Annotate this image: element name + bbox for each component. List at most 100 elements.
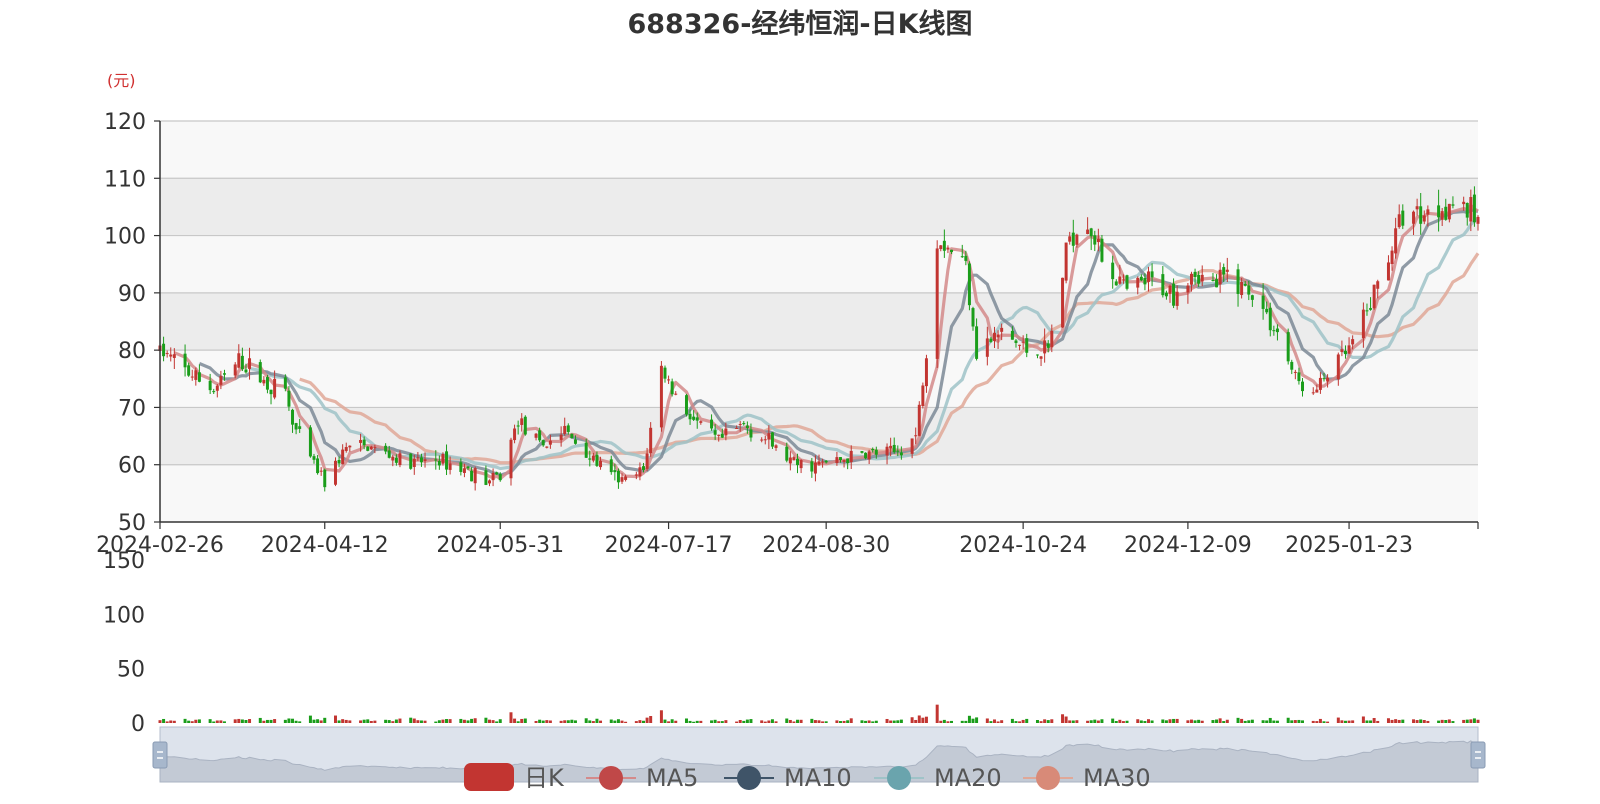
slider-handle-left[interactable] — [152, 741, 168, 769]
volume-bar — [860, 720, 864, 723]
candle-body — [1297, 372, 1301, 382]
volume-bar — [559, 720, 563, 723]
volume-bar — [190, 721, 194, 723]
candle-body — [624, 476, 628, 480]
y-tick-label: 60 — [118, 454, 146, 479]
volume-bar — [1071, 720, 1075, 723]
candle-body — [642, 466, 645, 470]
x-tick-label: 2024-05-31 — [436, 533, 564, 558]
candle-body — [1465, 202, 1469, 218]
candle-body — [1021, 341, 1025, 343]
volume-bar — [1197, 719, 1201, 723]
candle-body — [548, 440, 552, 445]
volume-bar — [233, 719, 237, 723]
candle-body — [419, 457, 423, 463]
candle-body — [212, 391, 216, 393]
candle-body — [584, 442, 588, 458]
candle-body — [1175, 291, 1179, 306]
volume-bar — [509, 712, 513, 723]
volume-tick-label: 50 — [117, 658, 145, 683]
candle-body — [523, 416, 527, 435]
volume-bar — [534, 720, 538, 723]
candle-body — [1243, 283, 1247, 286]
volume-bar — [419, 720, 423, 723]
candle-body — [513, 428, 517, 441]
candle-body — [1326, 377, 1330, 382]
candle-body — [595, 454, 599, 466]
candle-body — [1025, 338, 1029, 353]
volume-bar — [1272, 720, 1276, 723]
plot-band — [160, 292, 1478, 351]
volume-bar — [462, 719, 466, 723]
volume-bar — [165, 721, 169, 723]
candle-body — [1118, 276, 1122, 284]
volume-bar — [1086, 720, 1090, 723]
legend-item-ma30[interactable]: MA30 — [1023, 764, 1151, 792]
volume-bar — [760, 720, 764, 723]
volume-bar — [599, 720, 603, 723]
candle-body — [1100, 238, 1104, 262]
candle-body — [1351, 339, 1355, 345]
slider-handle-right[interactable] — [1470, 741, 1486, 769]
candle-body — [1096, 238, 1100, 243]
volume-bar — [1369, 720, 1373, 723]
volume-bar — [1437, 720, 1441, 723]
candle-body — [570, 433, 574, 439]
legend-label: 日K — [524, 764, 565, 792]
candle-body — [599, 460, 603, 468]
candle-body — [663, 367, 667, 379]
candle-body — [1318, 377, 1322, 390]
candle-body — [1451, 204, 1455, 206]
volume-bar — [473, 718, 477, 723]
volume-bar — [838, 721, 842, 723]
volume-bar — [967, 715, 971, 723]
volume-bar — [810, 718, 814, 723]
candle-body — [935, 248, 939, 359]
legend-item-ma20[interactable]: MA20 — [874, 764, 1002, 792]
candle-body — [889, 445, 893, 449]
candle-body — [466, 466, 470, 469]
volume-bar — [1175, 718, 1179, 723]
candle-body — [308, 427, 312, 457]
volume-tick-label: 0 — [131, 712, 145, 737]
volume-bar — [620, 720, 624, 723]
candle-body — [899, 452, 903, 456]
candle-body — [1164, 292, 1168, 297]
volume-bar — [1336, 717, 1340, 723]
x-tick-label: 2024-12-09 — [1124, 533, 1252, 558]
volume-bar — [1189, 719, 1193, 723]
volume-bar — [244, 719, 248, 723]
candle-body — [1440, 211, 1444, 220]
volume-bar — [767, 720, 771, 723]
volume-bar — [989, 721, 993, 723]
volume-bar — [735, 721, 739, 723]
volume-bar — [796, 719, 800, 723]
unit-label: (元) — [107, 71, 136, 90]
candle-body — [616, 470, 620, 483]
candle-body — [985, 338, 989, 357]
volume-bar — [1412, 719, 1416, 723]
volume-bar — [742, 720, 746, 723]
candle-body — [649, 427, 653, 454]
candle-body — [720, 433, 724, 438]
candle-body — [1401, 210, 1405, 226]
plot-band — [160, 121, 1478, 179]
candle-body — [824, 460, 828, 463]
volume-bar — [821, 721, 825, 723]
volume-bar — [1186, 720, 1190, 723]
volume-bar — [1390, 719, 1394, 723]
legend-item-ma10[interactable]: MA10 — [724, 764, 852, 792]
candle-body — [1369, 308, 1373, 310]
volume-bar — [917, 715, 921, 723]
candle-body — [344, 447, 348, 451]
candle-body — [1293, 371, 1297, 373]
candle-body — [1412, 211, 1416, 224]
volume-bar — [287, 718, 291, 723]
volume-bar — [208, 719, 212, 723]
candle-body — [491, 472, 495, 481]
volume-bar — [770, 719, 774, 723]
candle-body — [724, 428, 728, 436]
candle-body — [1147, 271, 1150, 282]
candle-body — [484, 470, 488, 485]
volume-bar — [824, 721, 828, 723]
